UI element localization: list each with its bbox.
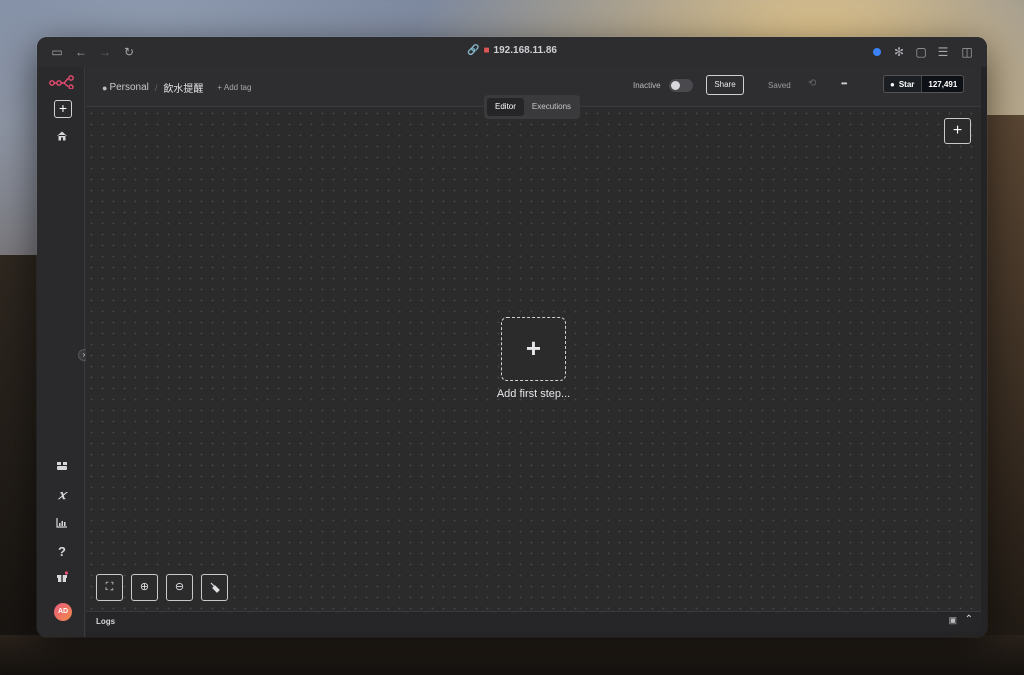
- browser-window: ▭ ← → ↻ 🔗 ■ 192.168.11.86 ✻ ▢ ☰ ◫ + 𝑥 ? …: [37, 37, 987, 637]
- github-star-label: Star: [894, 76, 922, 92]
- extension-dot-icon[interactable]: [869, 44, 885, 60]
- window-edge-right: [981, 67, 987, 637]
- n8n-logo-icon[interactable]: [49, 75, 75, 94]
- add-tag-button[interactable]: + Add tag: [217, 83, 251, 92]
- zoom-to-fit-button[interactable]: ⛶: [96, 574, 123, 601]
- github-star-button[interactable]: ● Star 127,491: [883, 75, 965, 93]
- active-status-label: Inactive: [633, 81, 661, 90]
- workflow-canvas[interactable]: Editor Executions + + Add first step... …: [86, 95, 981, 611]
- insecure-lock-icon: ■: [483, 45, 490, 56]
- user-icon: ●: [102, 82, 108, 93]
- active-toggle[interactable]: [669, 79, 693, 92]
- wallpaper-city-right: [984, 115, 1024, 675]
- zoom-in-button[interactable]: ⊕: [131, 574, 158, 601]
- browser-titlebar: ▭ ← → ↻ 🔗 ■ 192.168.11.86 ✻ ▢ ☰ ◫: [37, 37, 987, 67]
- breadcrumb-project[interactable]: Personal: [109, 82, 148, 93]
- insights-icon[interactable]: [53, 515, 71, 533]
- history-icon[interactable]: ⟲: [808, 78, 816, 89]
- share-button[interactable]: Share: [706, 75, 744, 95]
- variables-icon[interactable]: 𝑥: [53, 487, 71, 505]
- avatar[interactable]: AD: [54, 603, 72, 621]
- tab-editor[interactable]: Editor: [487, 98, 524, 116]
- window-edge-bottom: [86, 631, 987, 637]
- chevron-up-icon[interactable]: ⌃: [965, 614, 973, 625]
- open-nodes-panel-button[interactable]: +: [944, 118, 971, 144]
- app-sidebar: + 𝑥 ? AD ›: [37, 67, 90, 637]
- templates-icon[interactable]: [53, 458, 71, 476]
- github-icon: ●: [884, 76, 895, 92]
- extension-gear-icon[interactable]: ✻: [891, 44, 907, 60]
- home-icon[interactable]: [53, 129, 71, 147]
- link-icon: 🔗: [467, 45, 480, 56]
- address-text: 192.168.11.86: [493, 45, 557, 56]
- gift-icon[interactable]: [53, 570, 71, 588]
- saved-label: Saved: [768, 81, 791, 90]
- logs-popout-icon[interactable]: ▣: [948, 615, 957, 626]
- workflow-name[interactable]: 飲水提醒: [163, 80, 203, 95]
- view-tabs: Editor Executions: [484, 95, 581, 119]
- wallpaper-city-left: [0, 255, 40, 675]
- wallpaper-city-bottom: [0, 635, 1024, 675]
- broom-icon: [210, 582, 220, 593]
- address-bar[interactable]: 🔗 ■ 192.168.11.86: [37, 45, 987, 56]
- zoom-out-button[interactable]: ⊖: [166, 574, 193, 601]
- help-icon[interactable]: ?: [53, 543, 71, 561]
- add-first-step-label: Add first step...: [496, 388, 571, 400]
- tab-executions[interactable]: Executions: [526, 98, 577, 116]
- tidy-up-button[interactable]: [201, 574, 228, 601]
- chat-icon[interactable]: ▢: [913, 44, 929, 60]
- github-star-count: 127,491: [921, 76, 964, 92]
- reader-icon[interactable]: ☰: [935, 44, 951, 60]
- logs-label: Logs: [96, 617, 116, 626]
- logs-panel[interactable]: Logs ▣ ⌃: [86, 611, 981, 631]
- more-options-button[interactable]: •••: [841, 79, 847, 88]
- breadcrumb: ● Personal / 飲水提醒 + Add tag: [102, 80, 251, 95]
- split-view-icon[interactable]: ◫: [959, 44, 975, 60]
- add-first-step-button[interactable]: +: [501, 317, 566, 381]
- breadcrumb-separator: /: [154, 82, 158, 93]
- create-button[interactable]: +: [54, 100, 72, 118]
